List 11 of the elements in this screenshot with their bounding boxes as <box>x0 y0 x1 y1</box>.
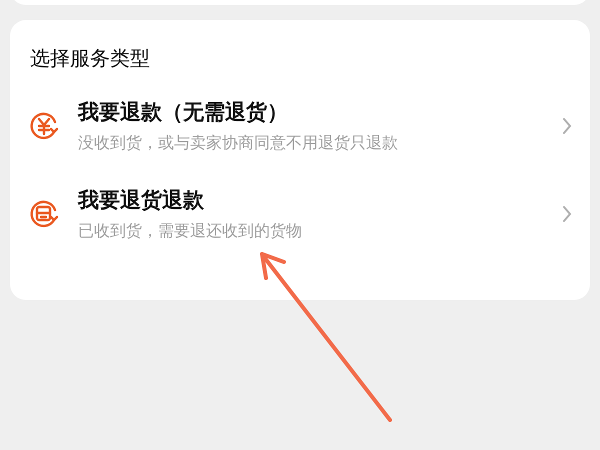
chevron-right-icon <box>562 205 572 223</box>
package-return-icon <box>28 198 60 230</box>
chevron-right-icon <box>562 117 572 135</box>
option-title: 我要退货退款 <box>78 187 205 214</box>
option-title: 我要退款（无需退货） <box>78 99 289 126</box>
section-title: 选择服务类型 <box>29 45 151 72</box>
option-description: 没收到货，或与卖家协商同意不用退货只退款 <box>78 132 399 154</box>
service-option[interactable]: 我要退款（无需退货） 没收到货，或与卖家协商同意不用退货只退款 <box>10 96 590 156</box>
option-description: 已收到货，需要退还收到的货物 <box>78 220 303 242</box>
yuan-refund-icon <box>28 110 60 142</box>
service-option[interactable]: 我要退货退款 已收到货，需要退还收到的货物 <box>10 184 590 244</box>
